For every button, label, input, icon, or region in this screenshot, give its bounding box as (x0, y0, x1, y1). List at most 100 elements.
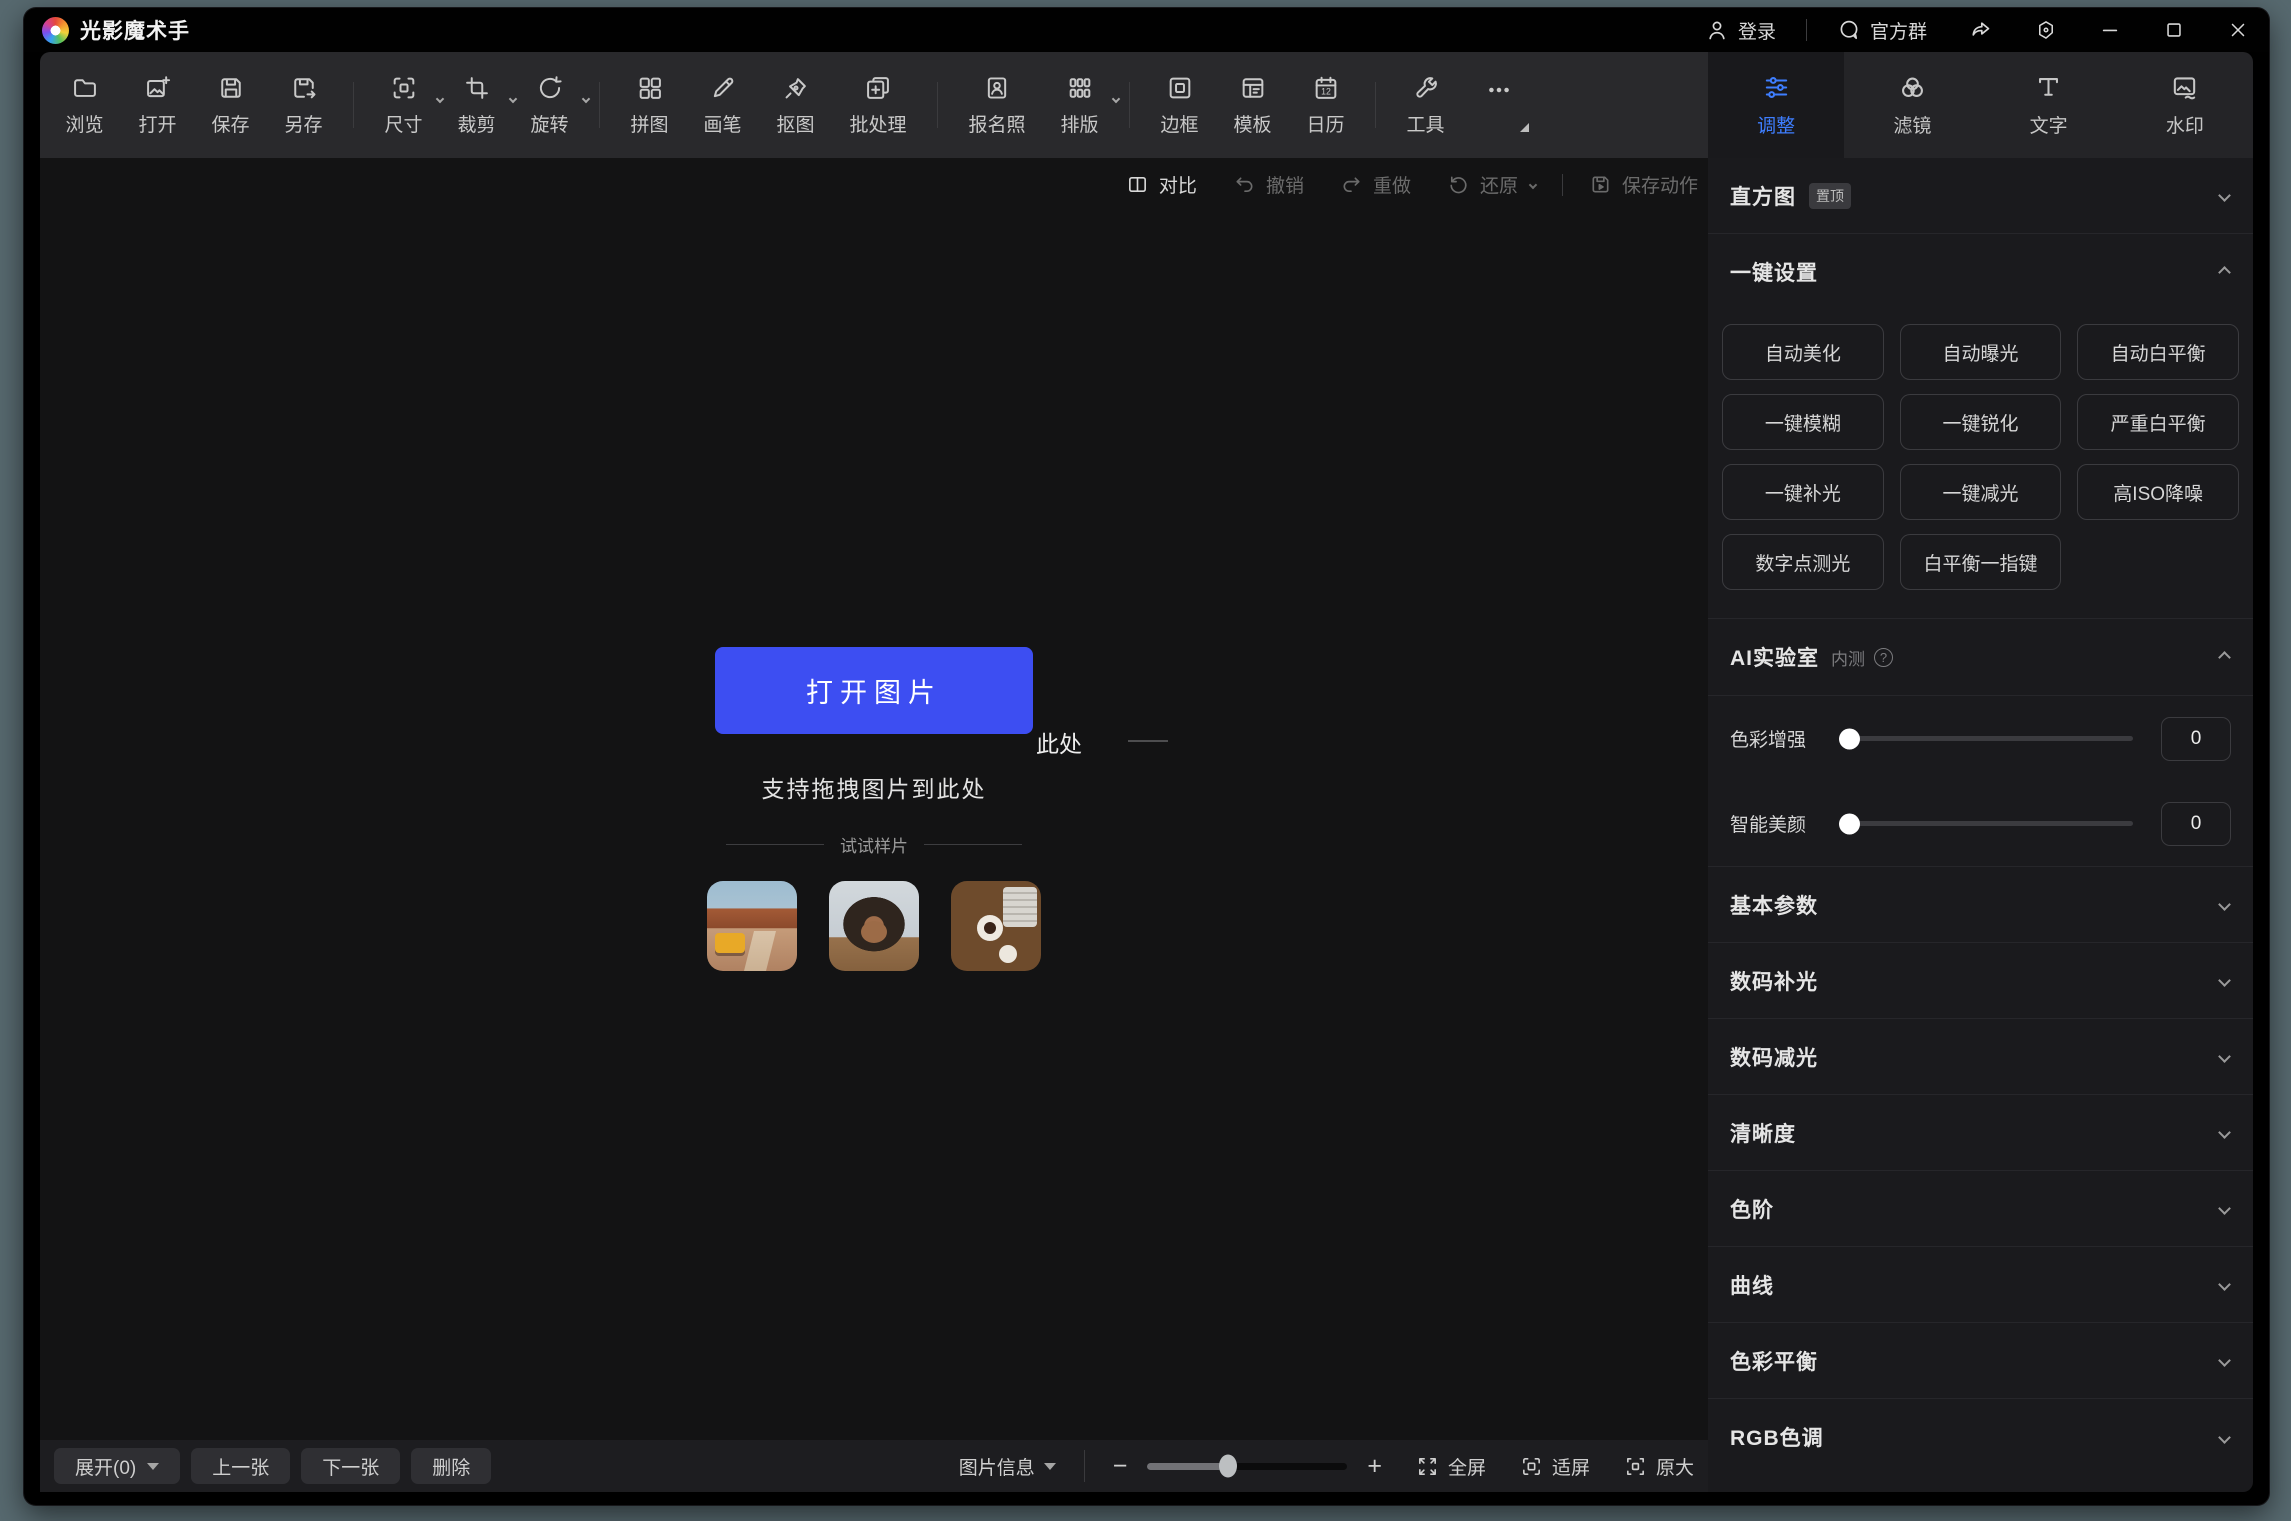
digital-spot-metering-button[interactable]: 数字点测光 (1722, 534, 1884, 590)
zoom-slider[interactable] (1147, 1463, 1347, 1470)
toolbar-open[interactable]: 打开 (121, 74, 194, 137)
section-color-balance[interactable]: 色彩平衡 (1708, 1323, 2253, 1399)
original-size-button[interactable]: 原大 (1624, 1453, 1694, 1480)
compare-icon (1126, 173, 1149, 196)
one-click-dim-light-button[interactable]: 一键减光 (1900, 464, 2062, 520)
toolbar-calendar[interactable]: 12 日历 (1289, 74, 1362, 137)
image-add-icon (144, 74, 172, 102)
layout-grid-icon (1066, 74, 1094, 102)
calendar-icon: 12 (1312, 74, 1340, 102)
smart-beauty-slider-knob[interactable] (1839, 813, 1860, 834)
auto-beautify-button[interactable]: 自动美化 (1722, 324, 1884, 380)
toolbar-id-photo[interactable]: 报名照 (951, 74, 1043, 137)
fullscreen-button[interactable]: 全屏 (1416, 1453, 1486, 1480)
watermark-icon (2170, 73, 2199, 102)
high-iso-denoise-button[interactable]: 高ISO降噪 (2077, 464, 2239, 520)
toolbar-collage[interactable]: 拼图 (613, 74, 686, 137)
undo-button[interactable]: 撤销 (1233, 171, 1304, 198)
toolbar-brush[interactable]: 画笔 (686, 74, 759, 137)
smart-beauty-value[interactable]: 0 (2161, 802, 2231, 846)
section-levels[interactable]: 色阶 (1708, 1171, 2253, 1247)
close-button[interactable] (2227, 19, 2249, 41)
white-balance-one-key-button[interactable]: 白平衡一指键 (1900, 534, 2062, 590)
tab-adjust[interactable]: 调整 (1708, 52, 1844, 158)
smart-beauty-slider[interactable] (1842, 821, 2133, 826)
toolbar-cutout[interactable]: 抠图 (759, 74, 832, 137)
toolbar-border[interactable]: 边框 (1143, 74, 1216, 137)
sample-thumb-desert-road-bus[interactable] (707, 881, 797, 971)
auto-white-balance-button[interactable]: 自动白平衡 (2077, 324, 2239, 380)
chevron-down-icon[interactable] (583, 89, 589, 107)
official-group-label: 官方群 (1870, 17, 1927, 44)
redo-icon (1340, 173, 1363, 196)
compare-label: 对比 (1159, 171, 1197, 198)
section-curves[interactable]: 曲线 (1708, 1247, 2253, 1323)
toolbar-calendar-label: 日历 (1306, 110, 1344, 137)
color-enhance-slider-knob[interactable] (1839, 728, 1860, 749)
tab-watermark[interactable]: 水印 (2117, 52, 2253, 158)
toolbar-browse[interactable]: 浏览 (48, 74, 121, 137)
settings-button[interactable] (2035, 19, 2057, 41)
expand-button[interactable]: 展开(0) (54, 1448, 180, 1484)
toolbar-layout[interactable]: 排版 (1043, 74, 1116, 137)
section-one-click-settings[interactable]: 一键设置 (1708, 234, 2253, 310)
compare-button[interactable]: 对比 (1126, 171, 1197, 198)
toolbar-save-as[interactable]: 另存 (267, 74, 340, 137)
section-clarity[interactable]: 清晰度 (1708, 1095, 2253, 1171)
official-group-button[interactable]: 官方群 (1837, 17, 1927, 44)
severe-white-balance-button[interactable]: 严重白平衡 (2077, 394, 2239, 450)
open-image-button[interactable]: 打开图片 (715, 647, 1033, 734)
zoom-slider-knob[interactable] (1219, 1455, 1237, 1478)
toolbar-batch[interactable]: 批处理 (832, 74, 924, 137)
undo-icon (1233, 173, 1256, 196)
sample-thumb-desk-flatlay[interactable] (951, 881, 1041, 971)
section-ai-lab[interactable]: AI实验室 内测 ? (1708, 619, 2253, 695)
toolbar-tools[interactable]: 工具 (1389, 74, 1462, 137)
color-enhance-slider[interactable] (1842, 736, 2133, 741)
next-image-button[interactable]: 下一张 (301, 1448, 400, 1484)
canvas-toolbar: 对比 撤销 重做 还原 (1126, 171, 1698, 198)
smart-beauty-label: 智能美颜 (1730, 810, 1836, 837)
chevron-down-icon[interactable] (1113, 89, 1119, 107)
toolbar-crop[interactable]: 裁剪 (440, 74, 513, 137)
one-click-fill-light-button[interactable]: 一键补光 (1722, 464, 1884, 520)
redo-button[interactable]: 重做 (1340, 171, 1411, 198)
one-click-title: 一键设置 (1730, 257, 1818, 287)
minimize-button[interactable] (2099, 19, 2121, 41)
help-icon[interactable]: ? (1874, 648, 1893, 667)
toolbar-resize[interactable]: 尺寸 (367, 74, 440, 137)
id-photo-icon (983, 74, 1011, 102)
auto-exposure-button[interactable]: 自动曝光 (1900, 324, 2062, 380)
image-info-button[interactable]: 图片信息 (959, 1453, 1056, 1480)
zoom-out-button[interactable]: − (1113, 1454, 1128, 1479)
drag-hint: 支持拖拽图片到此处 (762, 770, 987, 804)
sample-thumb-smiling-woman[interactable] (829, 881, 919, 971)
login-button[interactable]: 登录 (1705, 17, 1776, 44)
toolbar-save[interactable]: 保存 (194, 74, 267, 137)
tab-text[interactable]: 文字 (1981, 52, 2117, 158)
save-action-icon (1589, 173, 1612, 196)
save-action-button[interactable]: 保存动作 (1589, 171, 1698, 198)
section-digital-fill-light[interactable]: 数码补光 (1708, 943, 2253, 1019)
restore-button[interactable]: 还原 (1447, 171, 1536, 198)
toolbar-cutout-label: 抠图 (776, 110, 814, 137)
titlebar-divider (1806, 19, 1807, 41)
section-rgb-tone[interactable]: RGB色调 (1708, 1399, 2253, 1475)
fit-screen-button[interactable]: 适屏 (1520, 1453, 1590, 1480)
chevron-up-icon (2218, 651, 2231, 664)
color-enhance-value[interactable]: 0 (2161, 717, 2231, 761)
tab-filter[interactable]: 滤镜 (1844, 52, 1980, 158)
prev-image-button[interactable]: 上一张 (191, 1448, 290, 1484)
section-digital-dim-light[interactable]: 数码减光 (1708, 1019, 2253, 1095)
one-click-sharpen-button[interactable]: 一键锐化 (1900, 394, 2062, 450)
share-button[interactable] (1969, 18, 1993, 42)
section-basic-params[interactable]: 基本参数 (1708, 867, 2253, 943)
section-histogram[interactable]: 直方图 置顶 (1708, 158, 2253, 234)
zoom-in-button[interactable]: + (1367, 1454, 1382, 1479)
toolbar-rotate[interactable]: 旋转 (513, 74, 586, 137)
toolbar-template[interactable]: 模板 (1216, 74, 1289, 137)
maximize-button[interactable] (2163, 19, 2185, 41)
delete-button[interactable]: 删除 (411, 1448, 491, 1484)
toolbar-more[interactable] (1462, 76, 1535, 134)
one-click-blur-button[interactable]: 一键模糊 (1722, 394, 1884, 450)
